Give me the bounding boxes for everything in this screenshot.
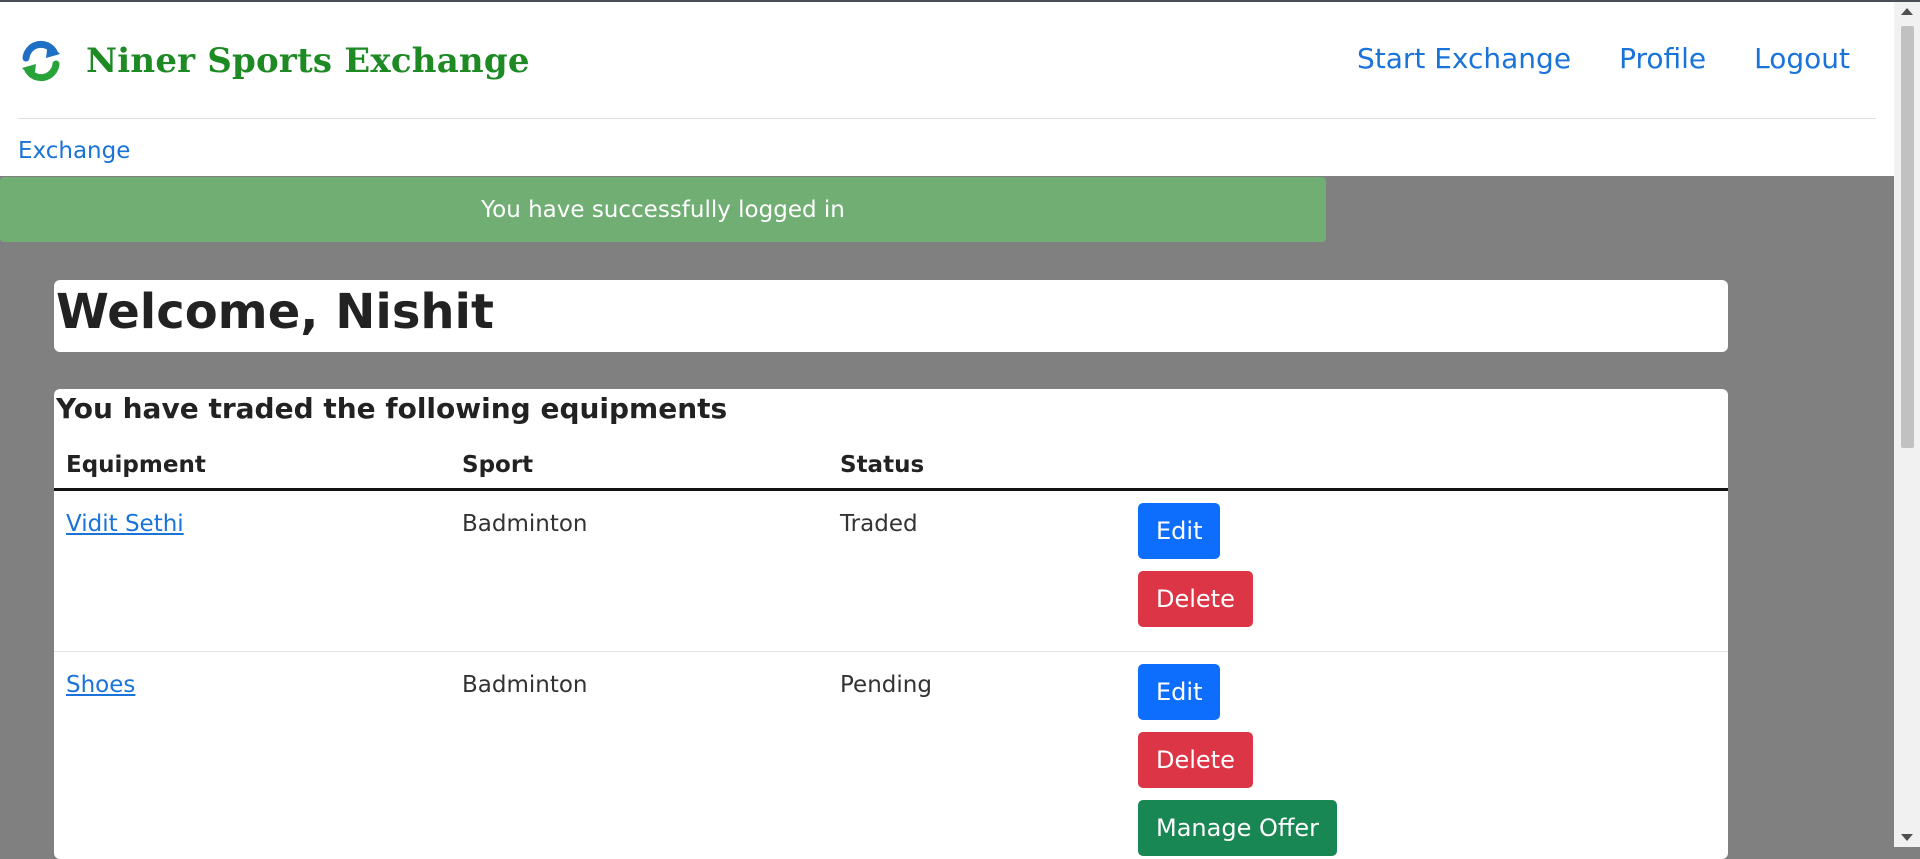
column-header-actions: [1126, 441, 1728, 490]
column-header-status: Status: [828, 441, 1126, 490]
manage-offer-button[interactable]: Manage Offer: [1138, 800, 1337, 856]
status-cell: Pending: [828, 652, 1126, 859]
main-nav: Start Exchange Profile Logout: [1357, 42, 1850, 75]
scroll-down-arrow-icon[interactable]: [1901, 834, 1913, 841]
nav-divider: [18, 118, 1876, 119]
nav-profile-link[interactable]: Profile: [1619, 42, 1706, 75]
brand-title: Niner Sports Exchange: [86, 41, 530, 81]
nav-logout-link[interactable]: Logout: [1754, 42, 1850, 75]
subnav-exchange-link[interactable]: Exchange: [18, 138, 130, 164]
table-row: Vidit Sethi Badminton Traded Edit Delete: [54, 490, 1728, 652]
nav-start-exchange-link[interactable]: Start Exchange: [1357, 42, 1571, 75]
scrollbar-thumb[interactable]: [1901, 26, 1914, 448]
exchange-arrows-icon: [18, 38, 64, 84]
edit-button[interactable]: Edit: [1138, 503, 1220, 559]
navbar: Niner Sports Exchange Start Exchange Pro…: [0, 2, 1894, 176]
welcome-heading: Welcome, Nishit: [56, 284, 494, 340]
actions-cell: Edit Delete Manage Offer: [1126, 652, 1728, 859]
scroll-up-arrow-icon[interactable]: [1901, 8, 1913, 15]
sport-cell: Badminton: [450, 490, 828, 652]
table-header-row: Equipment Sport Status: [54, 441, 1728, 490]
delete-button[interactable]: Delete: [1138, 732, 1253, 788]
equipment-table: Equipment Sport Status Vidit Sethi Badmi…: [54, 441, 1728, 859]
sport-cell: Badminton: [450, 652, 828, 859]
column-header-equipment: Equipment: [54, 441, 450, 490]
vertical-scrollbar[interactable]: [1894, 2, 1920, 847]
traded-equipment-card: You have traded the following equipments…: [54, 389, 1728, 859]
brand[interactable]: Niner Sports Exchange: [18, 38, 530, 84]
success-alert: You have successfully logged in: [0, 177, 1326, 242]
edit-button[interactable]: Edit: [1138, 664, 1220, 720]
equipment-link[interactable]: Vidit Sethi: [66, 511, 184, 537]
status-cell: Traded: [828, 490, 1126, 652]
traded-heading: You have traded the following equipments: [56, 392, 727, 425]
table-row: Shoes Badminton Pending Edit Delete Mana…: [54, 652, 1728, 859]
equipment-link[interactable]: Shoes: [66, 672, 135, 698]
actions-cell: Edit Delete: [1126, 490, 1728, 652]
delete-button[interactable]: Delete: [1138, 571, 1253, 627]
column-header-sport: Sport: [450, 441, 828, 490]
alert-message: You have successfully logged in: [481, 197, 845, 223]
welcome-card: Welcome, Nishit: [54, 280, 1728, 352]
